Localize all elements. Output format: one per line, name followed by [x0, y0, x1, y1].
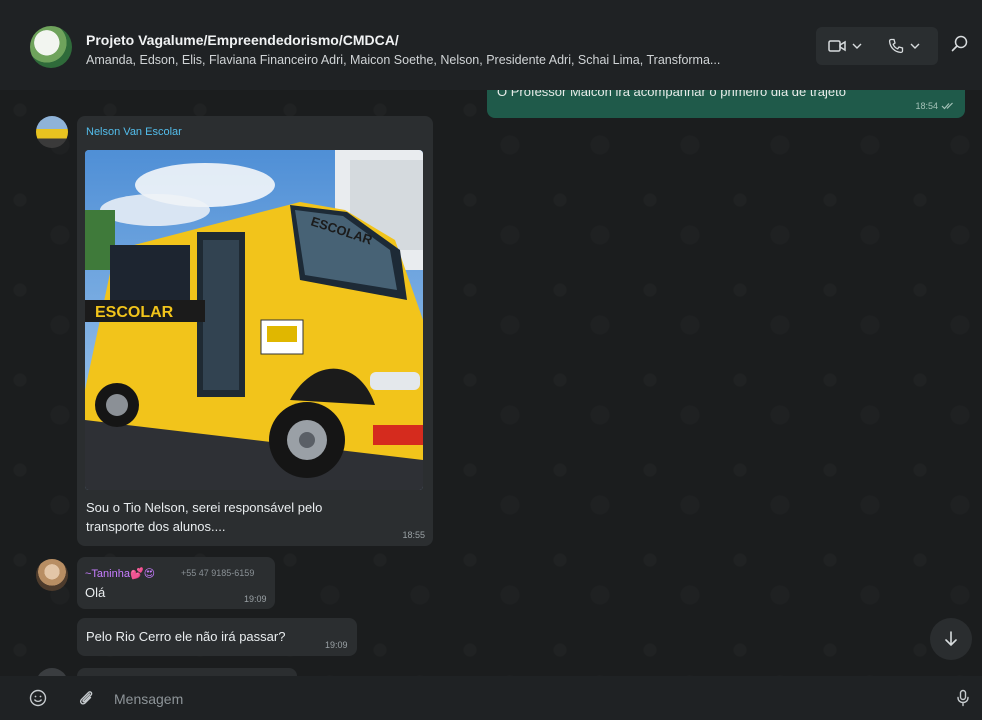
microphone-icon: [957, 689, 969, 707]
scroll-to-bottom-button[interactable]: [930, 618, 972, 660]
incoming-message[interactable]: Pelo Rio Cerro ele não irá passar? 19:09: [77, 618, 357, 656]
double-check-icon: [941, 102, 953, 110]
bus-side-label: ESCOLAR: [95, 304, 174, 321]
image-caption: Sou o Tio Nelson, serei responsável pelo…: [86, 498, 386, 536]
chevron-down-icon: [852, 43, 862, 49]
search-icon: [951, 35, 968, 52]
attach-button[interactable]: [76, 688, 96, 708]
message-text: O Professor Maicon irá acompanhar o prim…: [497, 90, 846, 99]
caption-line: Sou o Tio Nelson, serei responsável pelo: [86, 500, 323, 515]
incoming-image-message[interactable]: Nelson Van Escolar ESCOLAR ESCOLAR Sou o…: [77, 116, 433, 546]
time-text: 18:54: [915, 101, 938, 111]
outgoing-message[interactable]: O Professor Maicon irá acompanhar o prim…: [487, 90, 965, 118]
message-time: 19:09: [325, 640, 348, 650]
avatar[interactable]: [36, 116, 68, 148]
chevron-down-icon: [910, 43, 920, 49]
group-members[interactable]: Amanda, Edson, Elis, Flaviana Financeiro…: [86, 53, 806, 67]
message-text: Olá: [85, 585, 106, 600]
message-text: Pelo Rio Cerro ele não irá passar?: [86, 629, 286, 644]
chat-area[interactable]: O Professor Maicon irá acompanhar o prim…: [0, 90, 982, 676]
message-time: 18:54: [915, 101, 955, 111]
search-button[interactable]: [950, 34, 974, 58]
avatar[interactable]: [36, 559, 68, 591]
message-time: 19:09: [244, 594, 267, 604]
sender-name[interactable]: Nelson Van Escolar: [86, 126, 182, 138]
group-title[interactable]: Projeto Vagalume/Empreendedorismo/CMDCA/: [86, 32, 399, 48]
sender-phone: +55 47 9185-6159: [181, 568, 255, 578]
caption-line: transporte dos alunos....: [86, 519, 226, 534]
paperclip-icon: [79, 691, 93, 705]
voice-message-button[interactable]: [953, 688, 973, 708]
emoji-button[interactable]: [28, 688, 48, 708]
call-controls: [816, 27, 938, 65]
chat-header: Projeto Vagalume/Empreendedorismo/CMDCA/…: [0, 0, 982, 90]
arrow-down-icon: [945, 631, 957, 647]
school-bus-image: ESCOLAR ESCOLAR: [85, 150, 423, 490]
video-camera-icon: [828, 40, 846, 52]
composer-bar: [0, 676, 982, 720]
bus-photo[interactable]: ESCOLAR ESCOLAR: [85, 150, 423, 490]
group-avatar[interactable]: [30, 26, 72, 68]
emoji-icon: [29, 689, 47, 707]
phone-icon: [888, 38, 904, 54]
incoming-message[interactable]: ~Taninha💕😍 +55 47 9185-6159 Olá 19:09: [77, 557, 275, 609]
message-time: 18:55: [402, 530, 425, 540]
voice-call-button[interactable]: [888, 27, 920, 65]
sender-name[interactable]: ~Taninha💕😍: [85, 567, 155, 580]
message-input[interactable]: [112, 684, 936, 714]
video-call-button[interactable]: [828, 27, 862, 65]
incoming-message-partial[interactable]: [77, 668, 297, 676]
